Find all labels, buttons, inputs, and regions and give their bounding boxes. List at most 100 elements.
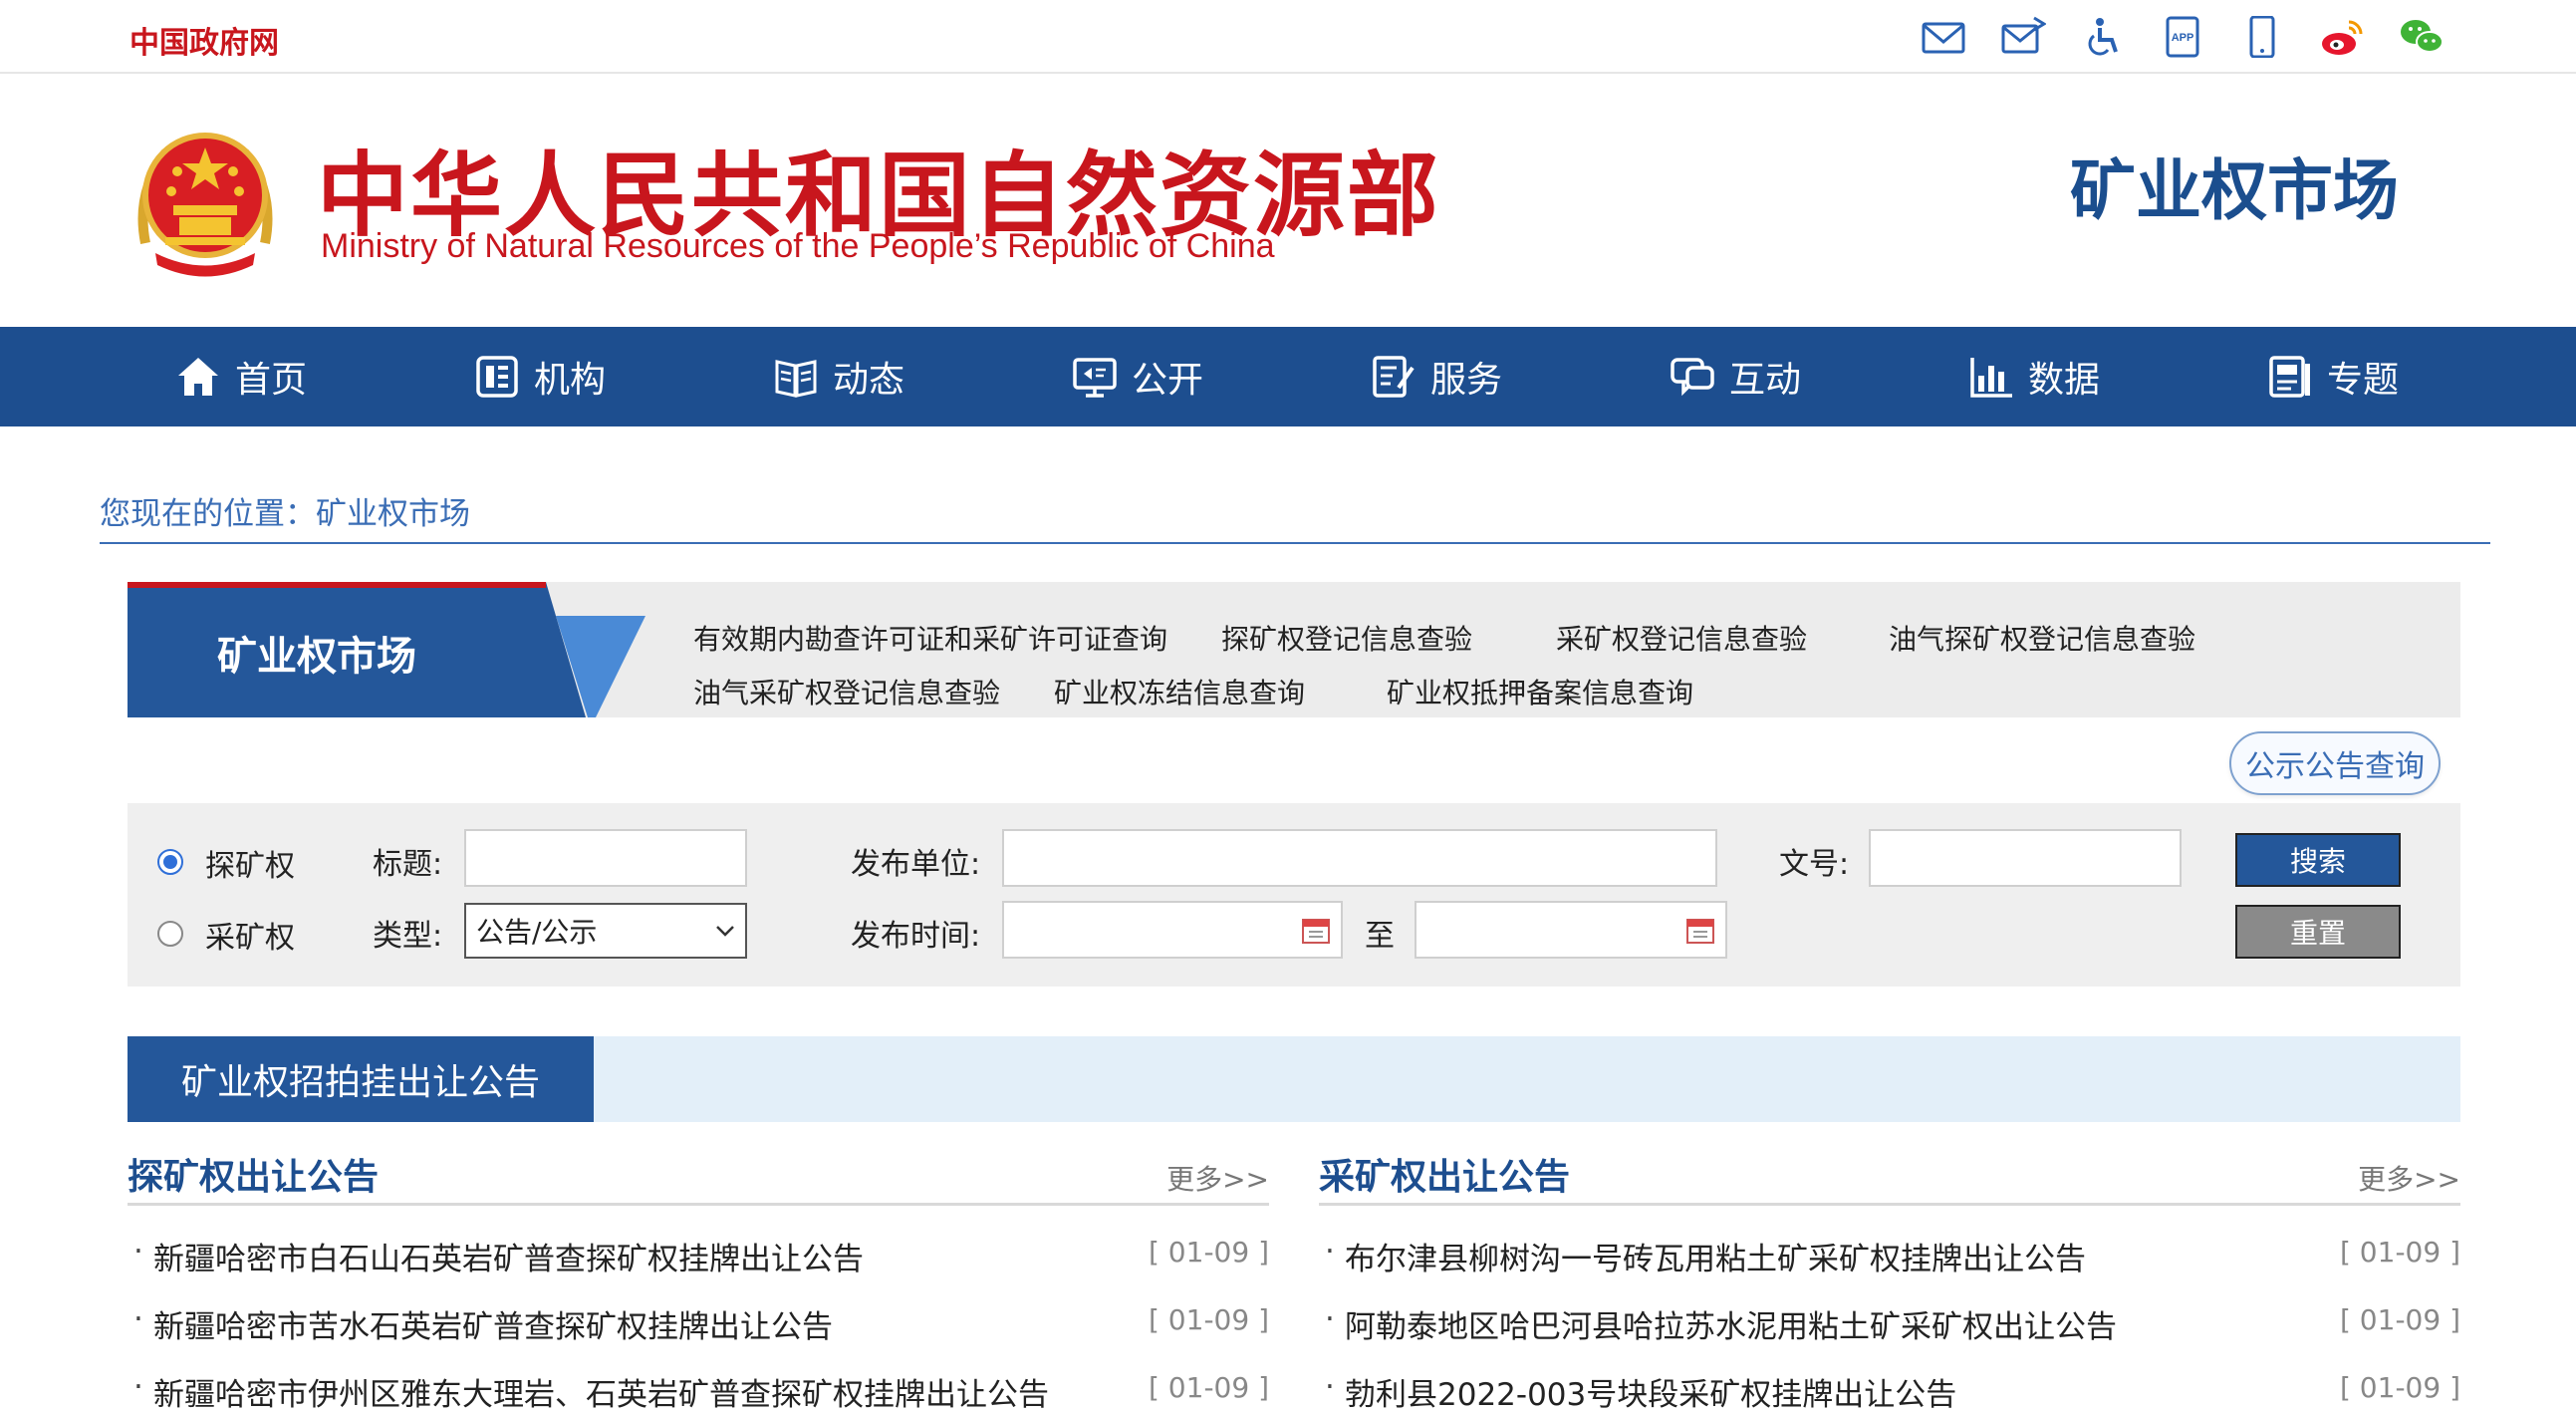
list-header: 采矿权出让公告 更多>> (1319, 1144, 2460, 1206)
nav-item-org[interactable]: 机构 (474, 327, 606, 426)
radio-mining[interactable] (157, 921, 183, 947)
list-item[interactable]: · 新疆哈密市伊州区雅东大理岩、石英岩矿普查探矿权挂牌出让公告 [ 01-09 … (128, 1341, 1269, 1413)
list-item[interactable]: · 新疆哈密市白石山石英岩矿普查探矿权挂牌出让公告 [ 01-09 ] (128, 1206, 1269, 1277)
market-tab-label: 矿业权市场 (217, 634, 416, 680)
mobile-icon[interactable] (2236, 14, 2288, 60)
national-emblem-icon (137, 133, 273, 277)
nav-item-topic[interactable]: 专题 (2267, 327, 2399, 426)
type-label: 类型: (373, 919, 443, 954)
mail-open-icon[interactable] (1997, 14, 2049, 60)
nav-item-service[interactable]: 服务 (1371, 327, 1502, 426)
quick-link-oil-gas-mining-verify[interactable]: 油气采矿权登记信息查验 (693, 672, 1000, 711)
notice-query-button[interactable]: 公示公告查询 (2229, 731, 2441, 795)
list-title: 探矿权出让公告 (128, 1157, 380, 1198)
reset-button[interactable]: 重置 (2235, 905, 2401, 959)
mining-notice-list: 采矿权出让公告 更多>> · 布尔津县柳树沟一号砖瓦用粘土矿采矿权挂牌出让公告 … (1319, 1144, 2460, 1413)
search-form: 探矿权 采矿权 标题: 类型: 公告/公示 发布单位: 发布时间: 至 文号: … (128, 803, 2460, 987)
main-nav: 首页 机构 动态 公开 服务 互动 数据 专题 (0, 327, 2576, 426)
tender-tab[interactable]: 矿业权招拍挂出让公告 (128, 1036, 594, 1122)
list-header: 探矿权出让公告 更多>> (128, 1144, 1269, 1206)
type-select[interactable]: 公告/公示 (464, 903, 747, 959)
date-to-label: 至 (1365, 919, 1395, 954)
chat-icon (1671, 358, 1714, 397)
nav-item-label: 公开 (1132, 360, 1204, 401)
nav-item-data[interactable]: 数据 (1968, 327, 2100, 426)
list-item[interactable]: · 勃利县2022-003号块段采矿权挂牌出让公告 [ 01-09 ] (1319, 1341, 2460, 1413)
nav-item-disclosure[interactable]: 公开 (1072, 327, 1203, 426)
breadcrumb-divider (100, 542, 2490, 544)
top-icon-group: APP (1918, 14, 2447, 60)
breadcrumb-prefix: 您现在的位置： (100, 496, 316, 532)
list-item-title[interactable]: 阿勒泰地区哈巴河县哈拉苏水泥用粘土矿采矿权出让公告 (1345, 1301, 2117, 1346)
quick-link-freeze-query[interactable]: 矿业权冻结信息查询 (1054, 672, 1305, 711)
more-link[interactable]: 更多>> (1166, 1158, 1269, 1198)
list-item-title[interactable]: 新疆哈密市伊州区雅东大理岩、石英岩矿普查探矿权挂牌出让公告 (153, 1369, 1049, 1414)
market-quick-links-panel: 矿业权市场 有效期内勘查许可证和采矿许可证查询 探矿权登记信息查验 采矿权登记信… (128, 582, 2460, 717)
app-icon[interactable]: APP (2157, 14, 2208, 60)
date-end-input[interactable] (1415, 901, 1727, 959)
top-bar: 中国政府网 APP (0, 0, 2576, 74)
quick-link-mining-verify[interactable]: 采矿权登记信息查验 (1556, 618, 1807, 658)
list-item-title[interactable]: 布尔津县柳树沟一号砖瓦用粘土矿采矿权挂牌出让公告 (1345, 1234, 2086, 1278)
quick-link-exploration-verify[interactable]: 探矿权登记信息查验 (1221, 618, 1472, 658)
more-link[interactable]: 更多>> (2358, 1158, 2460, 1198)
chevron-down-icon (716, 926, 734, 937)
list-item-date: [ 01-09 ] (2339, 1236, 2460, 1269)
app-badge-text: APP (2172, 32, 2194, 44)
quick-link-mortgage-query[interactable]: 矿业权抵押备案信息查询 (1387, 672, 1693, 711)
nav-item-home[interactable]: 首页 (175, 327, 307, 426)
nav-item-label: 数据 (2028, 360, 2101, 401)
nav-item-label: 机构 (534, 360, 607, 401)
accessibility-icon[interactable] (2077, 14, 2129, 60)
radio-mining-label: 采矿权 (205, 921, 295, 956)
search-button[interactable]: 搜索 (2235, 833, 2401, 887)
breadcrumb-current[interactable]: 矿业权市场 (316, 496, 470, 532)
gov-portal-link[interactable]: 中国政府网 (129, 18, 279, 62)
org-icon (476, 356, 518, 398)
service-icon (1373, 356, 1415, 398)
calendar-icon[interactable] (1301, 915, 1331, 945)
tender-section-bar: 矿业权招拍挂出让公告 (128, 1036, 2460, 1122)
list-title: 采矿权出让公告 (1319, 1157, 1571, 1198)
chart-icon (1970, 358, 2012, 398)
exploration-notice-list: 探矿权出让公告 更多>> · 新疆哈密市白石山石英岩矿普查探矿权挂牌出让公告 [… (128, 1144, 1269, 1413)
quick-link-oil-gas-exploration-verify[interactable]: 油气探矿权登记信息查验 (1889, 618, 2195, 658)
list-item[interactable]: · 新疆哈密市苦水石英岩矿普查探矿权挂牌出让公告 [ 01-09 ] (128, 1273, 1269, 1345)
list-item-date: [ 01-09 ] (2339, 1371, 2460, 1404)
list-item[interactable]: · 布尔津县柳树沟一号砖瓦用粘土矿采矿权挂牌出让公告 [ 01-09 ] (1319, 1206, 2460, 1277)
wechat-icon[interactable] (2396, 14, 2447, 60)
radio-exploration[interactable] (157, 849, 183, 875)
list-item-date: [ 01-09 ] (1148, 1371, 1269, 1404)
list-item-title[interactable]: 新疆哈密市苦水石英岩矿普查探矿权挂牌出让公告 (153, 1301, 833, 1346)
quick-link-license-query[interactable]: 有效期内勘查许可证和采矿许可证查询 (693, 618, 1167, 658)
list-item-date: [ 01-09 ] (1148, 1236, 1269, 1269)
title-input[interactable] (464, 829, 747, 887)
nav-item-news[interactable]: 动态 (773, 327, 904, 426)
ministry-title-en: Ministry of Natural Resources of the Peo… (321, 227, 1275, 265)
doc-no-input[interactable] (1869, 829, 2182, 887)
nav-item-label: 动态 (833, 360, 905, 401)
list-item[interactable]: · 阿勒泰地区哈巴河县哈拉苏水泥用粘土矿采矿权出让公告 [ 01-09 ] (1319, 1273, 2460, 1345)
weibo-icon[interactable] (2316, 14, 2368, 60)
news-icon (775, 360, 817, 398)
type-select-value: 公告/公示 (476, 916, 598, 949)
list-item-date: [ 01-09 ] (2339, 1303, 2460, 1336)
list-item-date: [ 01-09 ] (1148, 1303, 1269, 1336)
list-item-title[interactable]: 新疆哈密市白石山石英岩矿普查探矿权挂牌出让公告 (153, 1234, 864, 1278)
calendar-icon[interactable] (1685, 915, 1715, 945)
home-icon (178, 358, 218, 396)
nav-item-label: 互动 (1729, 360, 1802, 401)
list-item-title[interactable]: 勃利县2022-003号块段采矿权挂牌出让公告 (1345, 1369, 1956, 1414)
date-start-input[interactable] (1002, 901, 1343, 959)
nav-item-interaction[interactable]: 互动 (1670, 327, 1801, 426)
disclosure-icon (1073, 358, 1117, 398)
breadcrumb: 您现在的位置：矿业权市场 (100, 488, 470, 533)
topic-icon (2269, 356, 2310, 398)
publisher-input[interactable] (1002, 829, 1717, 887)
nav-item-label: 首页 (235, 360, 308, 401)
section-title: 矿业权市场 (2070, 152, 2399, 229)
publisher-label: 发布单位: (851, 847, 981, 882)
nav-item-label: 服务 (1430, 360, 1503, 401)
title-label: 标题: (373, 847, 443, 882)
mail-icon[interactable] (1918, 14, 1969, 60)
